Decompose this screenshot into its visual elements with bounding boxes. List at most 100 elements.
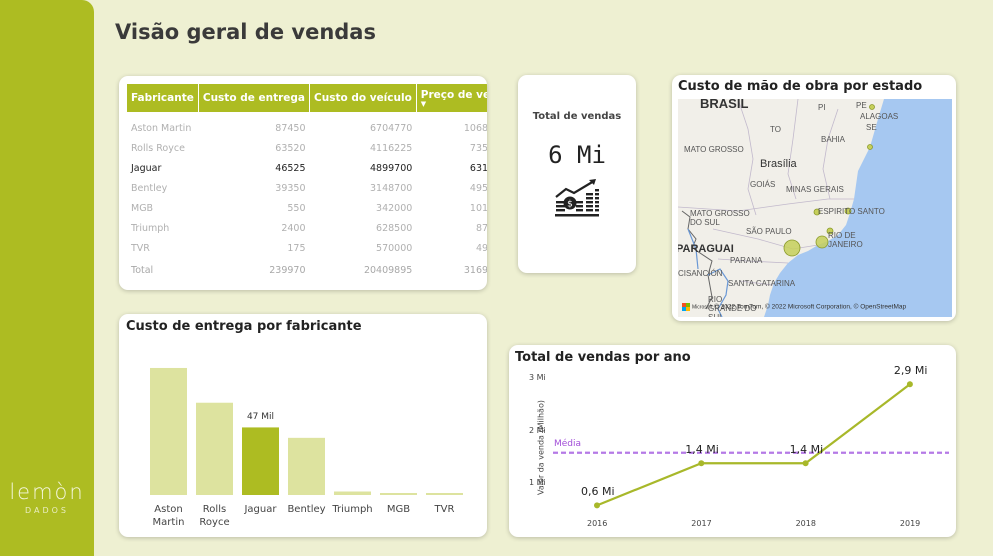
cell-custo-entrega: 39350 <box>275 182 306 194</box>
sales-line[interactable] <box>596 383 911 507</box>
cell-preco-venda: 875000 <box>475 222 487 234</box>
map-label-bahia: BAHIA <box>821 135 846 144</box>
table-row[interactable]: Jaguar 46525 4899700 6319000 <box>127 158 487 178</box>
cell-custo-entrega: 2400 <box>281 222 306 234</box>
total-cell: 31697940 <box>463 264 487 276</box>
table-row[interactable]: TVR 175 570000 498750 <box>127 238 487 258</box>
column-header-label: Preço de venda <box>420 89 487 101</box>
cell-fabricante: Aston Martin <box>131 122 192 134</box>
kpi-label: Total de vendas <box>532 111 622 122</box>
x-tick-label: 2019 <box>899 519 921 528</box>
cell-custo-entrega: 46525 <box>275 162 306 174</box>
x-tick-label: 2016 <box>587 519 608 528</box>
kpi-value: 6 Mi <box>548 141 606 169</box>
brazil-map[interactable]: BRASIL Brasília MATO GROSSO TO PI PE ALA… <box>678 99 952 317</box>
sales-point-2018[interactable] <box>802 460 809 467</box>
column-header-label: Fabricante <box>131 92 194 104</box>
table-row[interactable]: Bentley 39350 3148700 4951250 <box>127 178 487 198</box>
total-cell: 20409895 <box>363 264 413 276</box>
bar-tvr[interactable] <box>426 493 463 495</box>
cell-fabricante: Triumph <box>131 222 170 234</box>
table-body: Aston Martin 87450 6704770 10686040 Rolls Ro… <box>127 112 487 282</box>
cell-custo-entrega: 87450 <box>275 122 306 134</box>
fabricante-table-card: Fabricante Custo de entrega Custo do veí… <box>119 76 487 290</box>
cell-preco-venda: 6319000 <box>469 162 487 174</box>
cell-preco-venda: 1011000 <box>469 202 487 214</box>
map-attribution-text: © 2022 TomTom, © 2022 Microsoft Corporat… <box>714 303 907 311</box>
map-label-minas-gerais: MINAS GERAIS <box>786 185 844 194</box>
mapa-custo-mao-de-obra-card: Custo de mão de obra por estado BRASIL B… <box>672 75 956 321</box>
column-header-preco-venda[interactable]: Preço de venda▼ <box>416 84 487 112</box>
logo-subtitle: DADOS <box>24 506 70 515</box>
cell-preco-venda: 7356900 <box>469 142 487 154</box>
cell-fabricante: TVR <box>131 242 150 254</box>
map-label-to: TO <box>770 125 781 134</box>
map-label-mato-grosso: MATO GROSSO <box>684 145 744 154</box>
cell-custo-veiculo: 6704770 <box>369 122 413 134</box>
table-row[interactable]: Triumph 2400 628500 875000 <box>127 218 487 238</box>
map-label-se: SE <box>866 123 877 132</box>
cell-custo-veiculo: 628500 <box>376 222 413 234</box>
cell-preco-venda: 10686040 <box>463 122 487 134</box>
bar-aston-martin[interactable] <box>150 367 187 495</box>
table-row[interactable]: Aston Martin 87450 6704770 10686040 <box>127 112 487 138</box>
average-label: Média <box>554 438 582 449</box>
cell-fabricante: Bentley <box>131 182 168 194</box>
bar-bentley[interactable] <box>288 437 325 495</box>
cell-custo-veiculo: 342000 <box>376 202 413 214</box>
map-label-parana: PARANA <box>730 256 763 265</box>
map-provider: Microsoft <box>692 304 713 311</box>
line-data-label: 2,9 Mi <box>893 364 928 378</box>
column-header-custo-entrega[interactable]: Custo de entrega <box>198 84 311 112</box>
bar-category-line: Royce <box>199 517 230 528</box>
bar-mgb[interactable] <box>380 493 417 495</box>
bar-triumph[interactable] <box>334 491 371 495</box>
sales-point-2019[interactable] <box>906 381 913 388</box>
table-row[interactable]: Rolls Royce 63520 4116225 7356900 <box>127 138 487 158</box>
cell-custo-entrega: 550 <box>287 202 306 214</box>
fabricante-table: Fabricante Custo de entrega Custo do veí… <box>127 84 487 282</box>
total-vendas-card: Total de vendas 6 Mi $ <box>518 75 636 273</box>
total-cell: 239970 <box>269 264 306 276</box>
map-label-paraguai: PARAGUAI <box>678 243 734 255</box>
sales-point-2017[interactable] <box>698 460 705 467</box>
line-data-label: 1,4 Mi <box>685 443 719 457</box>
map-label-brasil: BRASIL <box>700 99 749 111</box>
cell-custo-veiculo: 4899700 <box>369 162 413 174</box>
cell-custo-veiculo: 570000 <box>376 242 413 254</box>
map-label-alagoas: ALAGOAS <box>860 112 899 121</box>
table-row[interactable]: MGB 550 342000 1011000 <box>127 198 487 218</box>
sidebar: lemòn DADOS <box>0 0 94 556</box>
map-attribution[interactable]: Microsoft © 2022 TomTom, © 2022 Microsof… <box>682 303 906 311</box>
bar-rolls-royce[interactable] <box>196 402 233 495</box>
cell-fabricante: MGB <box>131 202 154 214</box>
column-header-fabricante[interactable]: Fabricante <box>127 84 199 112</box>
sort-descending-icon: ▼ <box>420 100 427 108</box>
svg-text:$: $ <box>567 200 573 210</box>
sales-point-2016[interactable] <box>594 502 600 509</box>
x-tick-label: 2017 <box>691 519 712 528</box>
brand-logo: lemòn DADOS <box>0 480 94 515</box>
page-title: Visão geral de vendas <box>115 20 376 44</box>
map-label-brasilia: Brasília <box>760 158 797 170</box>
cell-preco-venda: 4951250 <box>469 182 487 194</box>
logo-word: lemòn <box>9 480 85 504</box>
bar-data-label: 47 Mil <box>246 412 275 423</box>
microsoft-logo-icon <box>682 303 690 311</box>
money-growth-icon: $ <box>555 179 599 217</box>
column-header-custo-veiculo[interactable]: Custo do veículo <box>309 84 417 112</box>
table-total-row: Total 239970 20409895 31697940 <box>127 258 487 282</box>
map-label-santa-catarina: SANTA CATARINA <box>728 279 796 288</box>
map-label-rio-de-janeiro: RIO DE JANEIRO <box>828 231 863 249</box>
bar-category-label: TVR <box>415 503 475 516</box>
cell-fabricante: Jaguar <box>131 162 162 174</box>
cell-preco-venda: 498750 <box>475 242 487 254</box>
line-data-label: 1,4 Mi <box>789 443 824 457</box>
bar-category-line: TVR <box>434 504 455 515</box>
custo-entrega-chart-card: Custo de entrega por fabricante Aston Mar… <box>119 314 487 537</box>
line-data-label: 0,6 Mi <box>581 485 615 499</box>
map-label-asuncion: CISANCIÓN <box>678 269 723 278</box>
x-tick-label: 2018 <box>795 519 816 528</box>
column-header-label: Custo do veículo <box>314 92 412 104</box>
bar-jaguar[interactable] <box>242 427 279 495</box>
